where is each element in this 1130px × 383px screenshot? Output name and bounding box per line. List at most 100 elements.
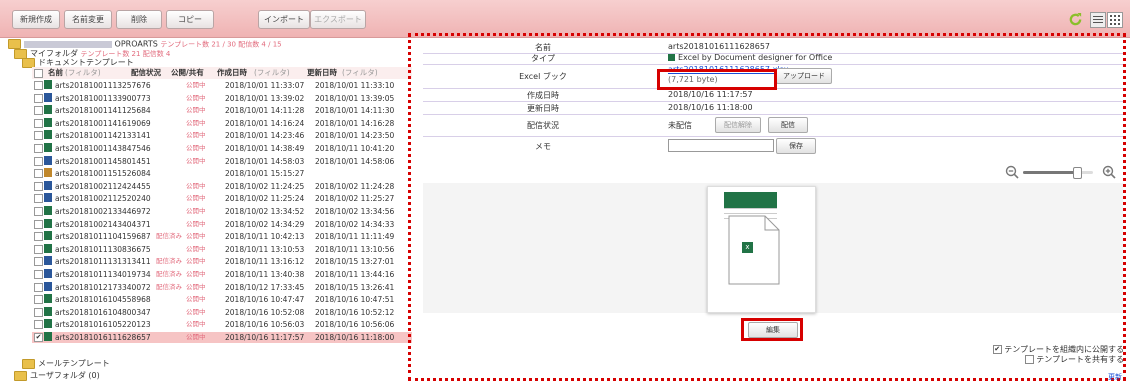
grid-view-icon[interactable] (1107, 12, 1123, 28)
new-button[interactable]: 新規作成 (12, 10, 60, 29)
table-row[interactable]: arts20181016104558968 公開中 2018/10/16 10:47… (32, 294, 412, 305)
name-header[interactable]: 名前 (48, 67, 63, 78)
share-header[interactable]: 公開/共有 (171, 67, 204, 78)
name-filter[interactable]: (フィルタ) (65, 67, 101, 78)
table-row[interactable]: arts20181001142133141 公開中 2018/10/01 14:23… (32, 130, 412, 141)
mail-template-folder[interactable]: メールテンプレート (22, 358, 110, 369)
share-checkbox[interactable] (1024, 355, 1034, 364)
row-checkbox[interactable] (34, 295, 43, 305)
zoom-out-icon[interactable] (1005, 165, 1019, 179)
deploy-button[interactable]: 配信 (768, 117, 808, 133)
row-name[interactable]: arts20181002112424455 (55, 181, 151, 192)
table-row[interactable]: arts20181001113257676 公開中 2018/10/01 11:33… (32, 80, 412, 91)
row-name[interactable]: arts20181001113257676 (55, 80, 151, 91)
rename-button[interactable]: 名前変更 (64, 10, 112, 29)
table-row[interactable]: arts20181011130836675 公開中 2018/10/11 13:10… (32, 243, 412, 255)
table-row[interactable]: arts20181001151526084 2018/10/01 15:15:27 (32, 168, 412, 179)
import-button[interactable]: インポート (258, 10, 310, 29)
row-checkbox[interactable] (34, 118, 43, 128)
share-option[interactable]: テンプレートを共有する (1024, 354, 1124, 365)
row-name[interactable]: arts20181001142133141 (55, 130, 151, 141)
row-checkbox[interactable] (34, 106, 43, 116)
created-filter[interactable]: (フィルタ) (254, 67, 290, 78)
updated-header[interactable]: 更新日時 (307, 67, 337, 78)
export-button[interactable]: エクスポート (310, 10, 366, 29)
row-checkbox[interactable] (34, 219, 43, 229)
row-name[interactable]: arts20181011104159687 (55, 231, 151, 242)
table-row[interactable]: arts20181001141619069 公開中 2018/10/01 14:16… (32, 117, 412, 129)
table-row[interactable]: arts20181016104800347 公開中 2018/10/16 10:52… (32, 306, 412, 318)
row-checkbox[interactable] (34, 207, 43, 216)
memo-input[interactable] (668, 139, 774, 152)
row-checkbox[interactable] (34, 244, 43, 254)
row-checkbox[interactable] (34, 156, 43, 166)
table-row[interactable]: arts20181002112520240 公開中 2018/10/02 11:25… (32, 193, 412, 204)
row-name[interactable]: arts20181001151526084 (55, 168, 151, 179)
row-created: 2018/10/16 11:17:57 (225, 333, 305, 342)
row-checkbox[interactable] (34, 181, 43, 191)
row-checkbox[interactable] (34, 93, 43, 103)
row-checkbox[interactable] (34, 81, 43, 90)
publish-org-checkbox[interactable]: ✔ (992, 345, 1002, 354)
row-name[interactable]: arts20181001145801451 (55, 156, 151, 167)
row-name[interactable]: arts20181016104800347 (55, 307, 151, 318)
row-created: 2018/10/01 14:16:24 (225, 118, 305, 128)
row-name[interactable]: arts20181001133900773 (55, 93, 151, 104)
row-name[interactable]: arts20181002112520240 (55, 193, 151, 204)
table-row[interactable]: arts20181002143404371 公開中 2018/10/02 14:34… (32, 218, 412, 230)
row-checkbox[interactable] (34, 144, 43, 153)
zoom-slider[interactable] (1023, 167, 1093, 179)
row-name[interactable]: arts20181016105220123 (55, 319, 151, 330)
row-name[interactable]: arts20181011134019734 (55, 269, 151, 280)
zoom-in-icon[interactable] (1102, 165, 1116, 179)
row-name[interactable]: arts20181011130836675 (55, 244, 151, 255)
table-row[interactable]: arts20181016105220123 公開中 2018/10/16 10:56… (32, 319, 412, 330)
row-name[interactable]: arts20181016104558968 (55, 294, 151, 305)
delete-button[interactable]: 削除 (116, 10, 162, 29)
row-name[interactable]: arts20181001143847546 (55, 143, 151, 154)
row-checkbox[interactable] (34, 307, 43, 317)
table-row[interactable]: arts20181001143847546 公開中 2018/10/01 14:38… (32, 143, 412, 154)
row-checkbox[interactable] (34, 194, 43, 204)
row-checkbox[interactable] (34, 131, 43, 141)
row-share: 公開中 (186, 106, 206, 115)
table-row[interactable]: arts20181002112424455 公開中 2018/10/02 11:24… (32, 180, 412, 192)
row-name[interactable]: arts20181001141125684 (55, 105, 151, 116)
select-all-checkbox[interactable] (34, 69, 43, 78)
row-name[interactable]: arts20181002133446972 (55, 206, 151, 217)
row-name[interactable]: arts20181016111628657 (55, 332, 151, 343)
table-row[interactable]: arts20181011131313411 配信済み 公開中 2018/10/11 1… (32, 256, 412, 267)
copy-button[interactable]: コピー (166, 10, 214, 29)
list-view-icon[interactable] (1090, 12, 1106, 28)
table-row[interactable]: arts20181001133900773 公開中 2018/10/01 13:39… (32, 92, 412, 104)
table-row[interactable]: arts20181012173340072 配信済み 公開中 2018/10/12 1… (32, 281, 412, 293)
table-row[interactable]: ✔ arts20181016111628657 公開中 2018/10/16 11:1… (32, 332, 412, 343)
table-row[interactable]: arts20181011134019734 配信済み 公開中 2018/10/11 1… (32, 269, 412, 280)
row-checkbox[interactable] (34, 320, 43, 330)
row-name[interactable]: arts20181011131313411 (55, 256, 151, 267)
refresh-icon[interactable] (1068, 12, 1083, 27)
row-checkbox[interactable] (34, 257, 43, 267)
user-folder[interactable]: ユーザフォルダ (0) (14, 370, 100, 381)
row-checkbox[interactable] (34, 282, 43, 292)
status-header[interactable]: 配信状況 (131, 67, 161, 78)
deploy-cancel-button[interactable]: 配信解除 (715, 117, 761, 133)
row-checkbox[interactable] (34, 169, 43, 179)
row-name[interactable]: arts20181001141619069 (55, 118, 151, 129)
save-button[interactable]: 保存 (776, 138, 816, 154)
row-name[interactable]: arts20181012173340072 (55, 282, 151, 293)
row-checkbox[interactable] (34, 270, 43, 279)
updated-filter[interactable]: (フィルタ) (342, 67, 378, 78)
update-link[interactable]: 更新 (1108, 372, 1122, 382)
row-checkbox[interactable] (34, 232, 43, 242)
upload-button[interactable]: アップロード (776, 68, 832, 84)
zoom-slider-handle[interactable] (1073, 167, 1082, 179)
table-row[interactable]: arts20181001141125684 公開中 2018/10/01 14:11… (32, 105, 412, 116)
created-header[interactable]: 作成日時 (217, 67, 247, 78)
table-row[interactable]: arts20181011104159687 配信済み 公開中 2018/10/11 1… (32, 231, 412, 242)
row-name[interactable]: arts20181002143404371 (55, 219, 151, 230)
table-row[interactable]: arts20181002133446972 公開中 2018/10/02 13:34… (32, 206, 412, 217)
excel-file-icon (44, 80, 52, 89)
table-row[interactable]: arts20181001145801451 公開中 2018/10/01 14:58… (32, 155, 412, 167)
row-checkbox[interactable]: ✔ (34, 333, 43, 342)
